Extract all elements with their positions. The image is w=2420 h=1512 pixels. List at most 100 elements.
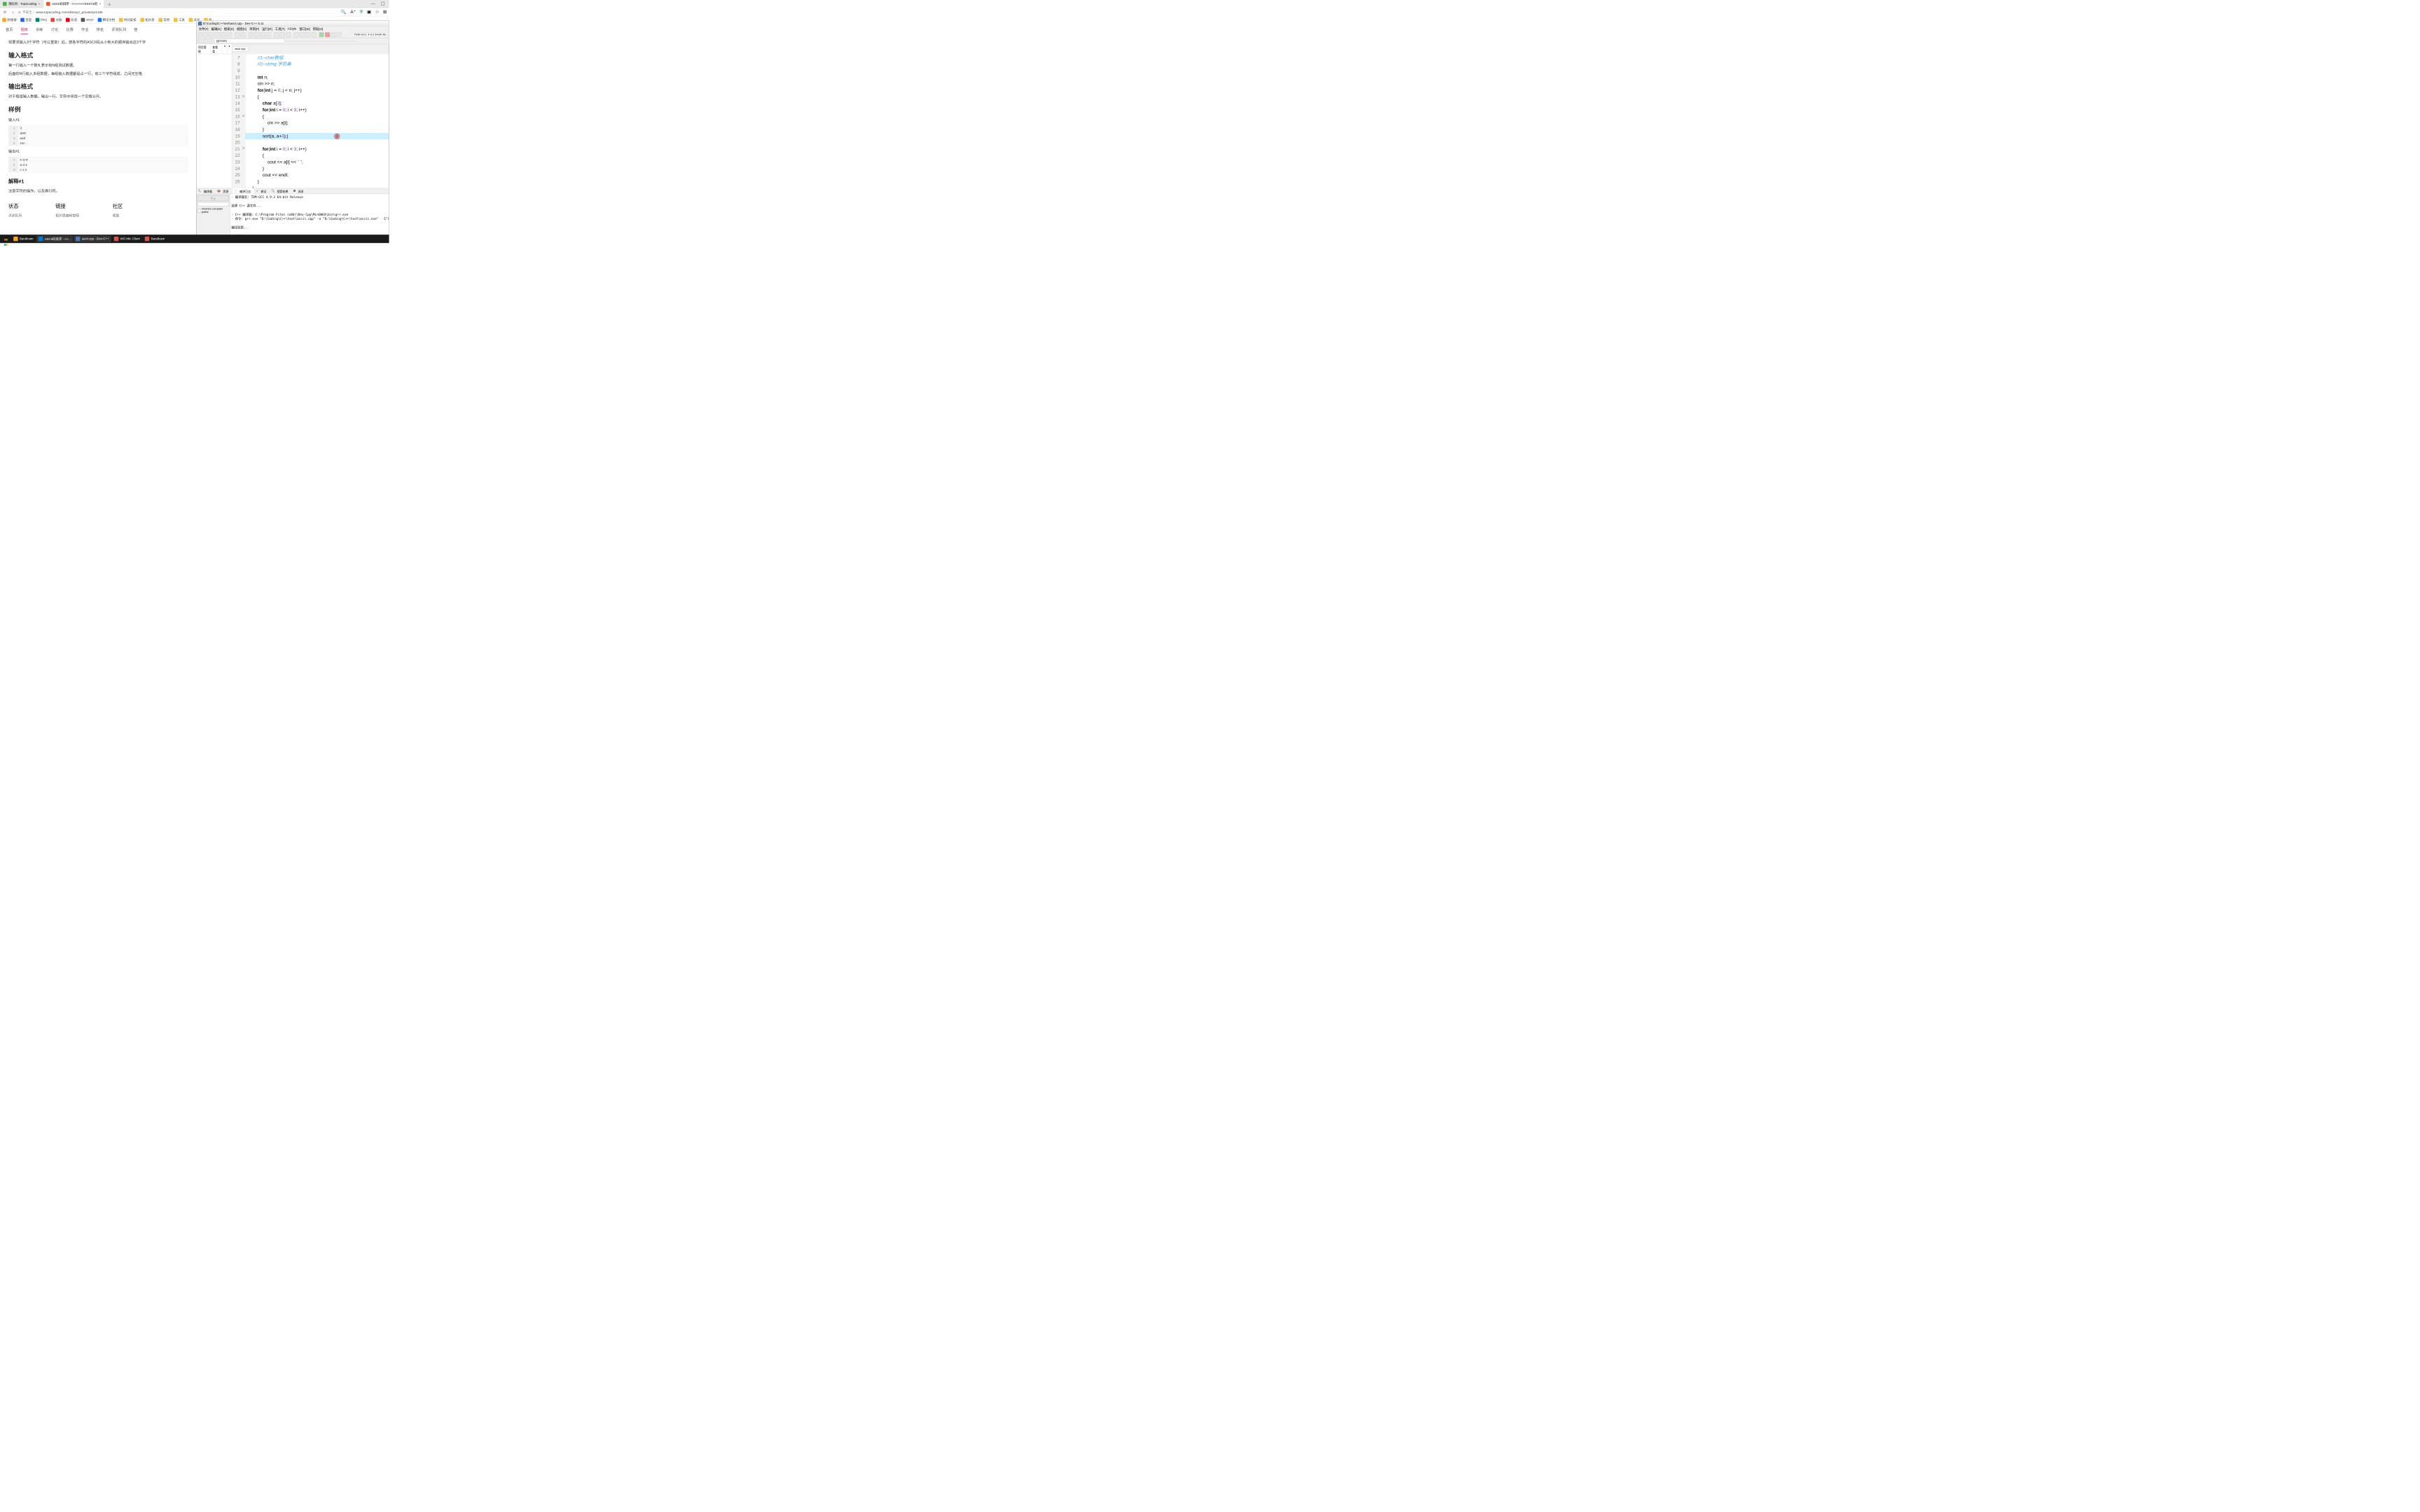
menu-help[interactable]: 帮助[H] (312, 27, 324, 31)
reader-icon[interactable]: A⁺ (350, 9, 356, 15)
start-button[interactable] (2, 236, 10, 242)
btn-icon[interactable] (197, 38, 202, 43)
browser-tab-1[interactable]: ASCII码排序 - <<<<<<<SSXYZ的 × (43, 0, 104, 8)
compile-run-icon[interactable] (260, 32, 265, 37)
favorite-icon[interactable]: ☆ (375, 9, 380, 15)
chart-icon[interactable] (337, 32, 342, 37)
save-icon[interactable] (209, 32, 214, 37)
nav-link[interactable]: 讨论 (51, 27, 58, 34)
open-icon[interactable] (203, 32, 208, 37)
footer-link[interactable]: 评测队列 (8, 213, 22, 218)
collections-icon[interactable]: ▣ (367, 9, 371, 15)
btn-icon[interactable] (300, 32, 305, 37)
maximize-icon[interactable]: ☐ (381, 1, 385, 6)
search-icon[interactable]: 🔍 (341, 9, 347, 15)
bookmark-item[interactable]: 谷歌 (50, 18, 62, 22)
profile-icon[interactable] (286, 32, 291, 37)
menu-project[interactable]: 项目[P] (248, 27, 260, 31)
browser-tab-0[interactable]: 测队列 - TopsCoding × (0, 0, 43, 8)
home-icon[interactable]: ⌂ (10, 9, 15, 15)
tab-nav-left[interactable]: ◂ (222, 44, 227, 54)
menu-run[interactable]: 运行[R] (261, 27, 274, 31)
run-icon[interactable] (254, 32, 259, 37)
nav-link[interactable]: 首页 (6, 27, 13, 34)
bookmark-folder[interactable]: 常用 (158, 18, 169, 22)
filter-input[interactable] (197, 202, 229, 206)
chart-icon[interactable] (331, 32, 335, 37)
compiler-selector[interactable]: TDM-GCC 4.9.2 64-bit Re (352, 32, 387, 36)
menu-edit[interactable]: 编辑[E] (210, 27, 222, 31)
close-icon[interactable]: × (39, 2, 41, 6)
btn-icon[interactable] (305, 32, 310, 37)
tab-title: 测队列 - TopsCoding (8, 1, 36, 6)
tab-project[interactable]: 项目管理 (196, 44, 210, 54)
cross-icon[interactable] (325, 32, 330, 37)
project-pane[interactable] (196, 54, 232, 188)
minimize-icon[interactable]: — (370, 1, 375, 6)
nav-link[interactable]: 管 (134, 27, 137, 34)
bookmark-folder[interactable]: 工具 (174, 18, 185, 22)
saveall-icon[interactable] (215, 32, 220, 37)
print-icon[interactable] (227, 32, 232, 37)
taskbar-item[interactable]: WO Mic Client (112, 235, 142, 242)
btn-icon[interactable] (209, 38, 213, 43)
globals-selector[interactable]: (globals) (214, 39, 284, 43)
nav-link[interactable]: 题库 (21, 27, 28, 34)
code-lines[interactable]: //1--char数组 //2--string 字符串 int n; cin >… (245, 54, 389, 188)
abort-button[interactable]: 中止 (197, 195, 229, 201)
window-titlebar[interactable]: D:\Coding\C++\test\ascii.cpp - Dev-C++ 5… (196, 21, 389, 27)
url-field[interactable]: ⚠ 不安全 | www.topscoding.com/d/ssxyz_priva… (18, 10, 339, 14)
taskbar-item[interactable]: ascii.cpp - Dev-C++ (74, 235, 111, 242)
shield-icon[interactable]: ⛨ (360, 9, 363, 14)
bookmark-folder[interactable]: 时间安排 (119, 18, 137, 22)
menu-file[interactable]: 文件[F] (197, 27, 209, 31)
bookmark-folder[interactable]: 拓尔思 (140, 18, 154, 22)
nav-link[interactable]: 作业 (81, 27, 88, 34)
extensions-icon[interactable]: ⊞ (383, 9, 387, 15)
nav-link[interactable]: 排名 (97, 27, 104, 34)
tab-nav-right[interactable]: ▸ (227, 44, 232, 54)
tab-classview[interactable]: 查看类 (211, 44, 223, 54)
line-gutter: 7891011121314151617181920212223242526 (232, 54, 242, 188)
code-editor[interactable]: 7891011121314151617181920212223242526 ⊟⊟… (232, 54, 389, 188)
menu-view[interactable]: 视图[V] (235, 27, 247, 31)
editor-tab-file[interactable]: ascii.cpp (232, 47, 249, 52)
rebuild-icon[interactable] (266, 32, 271, 37)
debug-icon[interactable] (274, 32, 279, 37)
btn-icon[interactable] (311, 32, 316, 37)
nav-link[interactable]: 评测队列 (111, 27, 126, 34)
bookmark-item[interactable]: ssxyz (81, 18, 94, 22)
bookmark-item[interactable]: 百度 (20, 18, 32, 22)
btn-icon[interactable] (203, 38, 207, 43)
bookmark-item[interactable]: 腾讯文档 (97, 18, 115, 22)
undo-icon[interactable] (235, 32, 239, 37)
taskbar-item[interactable]: Bandicam (11, 235, 36, 242)
nav-link[interactable]: 训练 (36, 27, 43, 34)
function-selector[interactable] (286, 41, 356, 42)
menu-search[interactable]: 搜索[S] (223, 27, 235, 31)
close-icon[interactable]: × (99, 2, 102, 6)
taskbar-item[interactable]: ASCII码排序 - <<... (36, 235, 74, 242)
bookmark-item[interactable]: 秒搜搜 (2, 18, 16, 22)
compile-icon[interactable] (249, 32, 253, 37)
bookmark-item[interactable]: 有道 (66, 18, 77, 22)
stop-icon[interactable] (280, 32, 285, 37)
footer-link[interactable]: 拓尔思编程官网 (55, 213, 79, 218)
menu-astyle[interactable]: AStyle (286, 27, 298, 31)
bookmark-label: 有道 (71, 18, 77, 22)
menu-window[interactable]: 窗口[W] (298, 27, 312, 31)
taskbar-item[interactable]: Bandicam (143, 235, 167, 242)
menu-tools[interactable]: 工具[T] (274, 27, 286, 31)
close-icon[interactable] (221, 32, 226, 37)
refresh-icon[interactable]: ⟳ (2, 9, 8, 15)
shorten-paths-checkbox[interactable]: Shorten compiler paths (197, 207, 229, 214)
compile-log[interactable]: - 编译器名: TDM-GCC 4.9.2 64-bit Release 处理 … (230, 194, 389, 236)
new-icon[interactable] (197, 32, 202, 37)
footer-link[interactable]: 帮助 (113, 213, 123, 218)
check-icon[interactable] (319, 32, 324, 37)
new-tab-button[interactable]: ＋ (104, 1, 114, 8)
btn-icon[interactable] (293, 32, 298, 37)
nav-link[interactable]: 比赛 (66, 27, 73, 34)
redo-icon[interactable] (241, 32, 246, 37)
bookmark-item[interactable]: Bing (36, 18, 47, 22)
